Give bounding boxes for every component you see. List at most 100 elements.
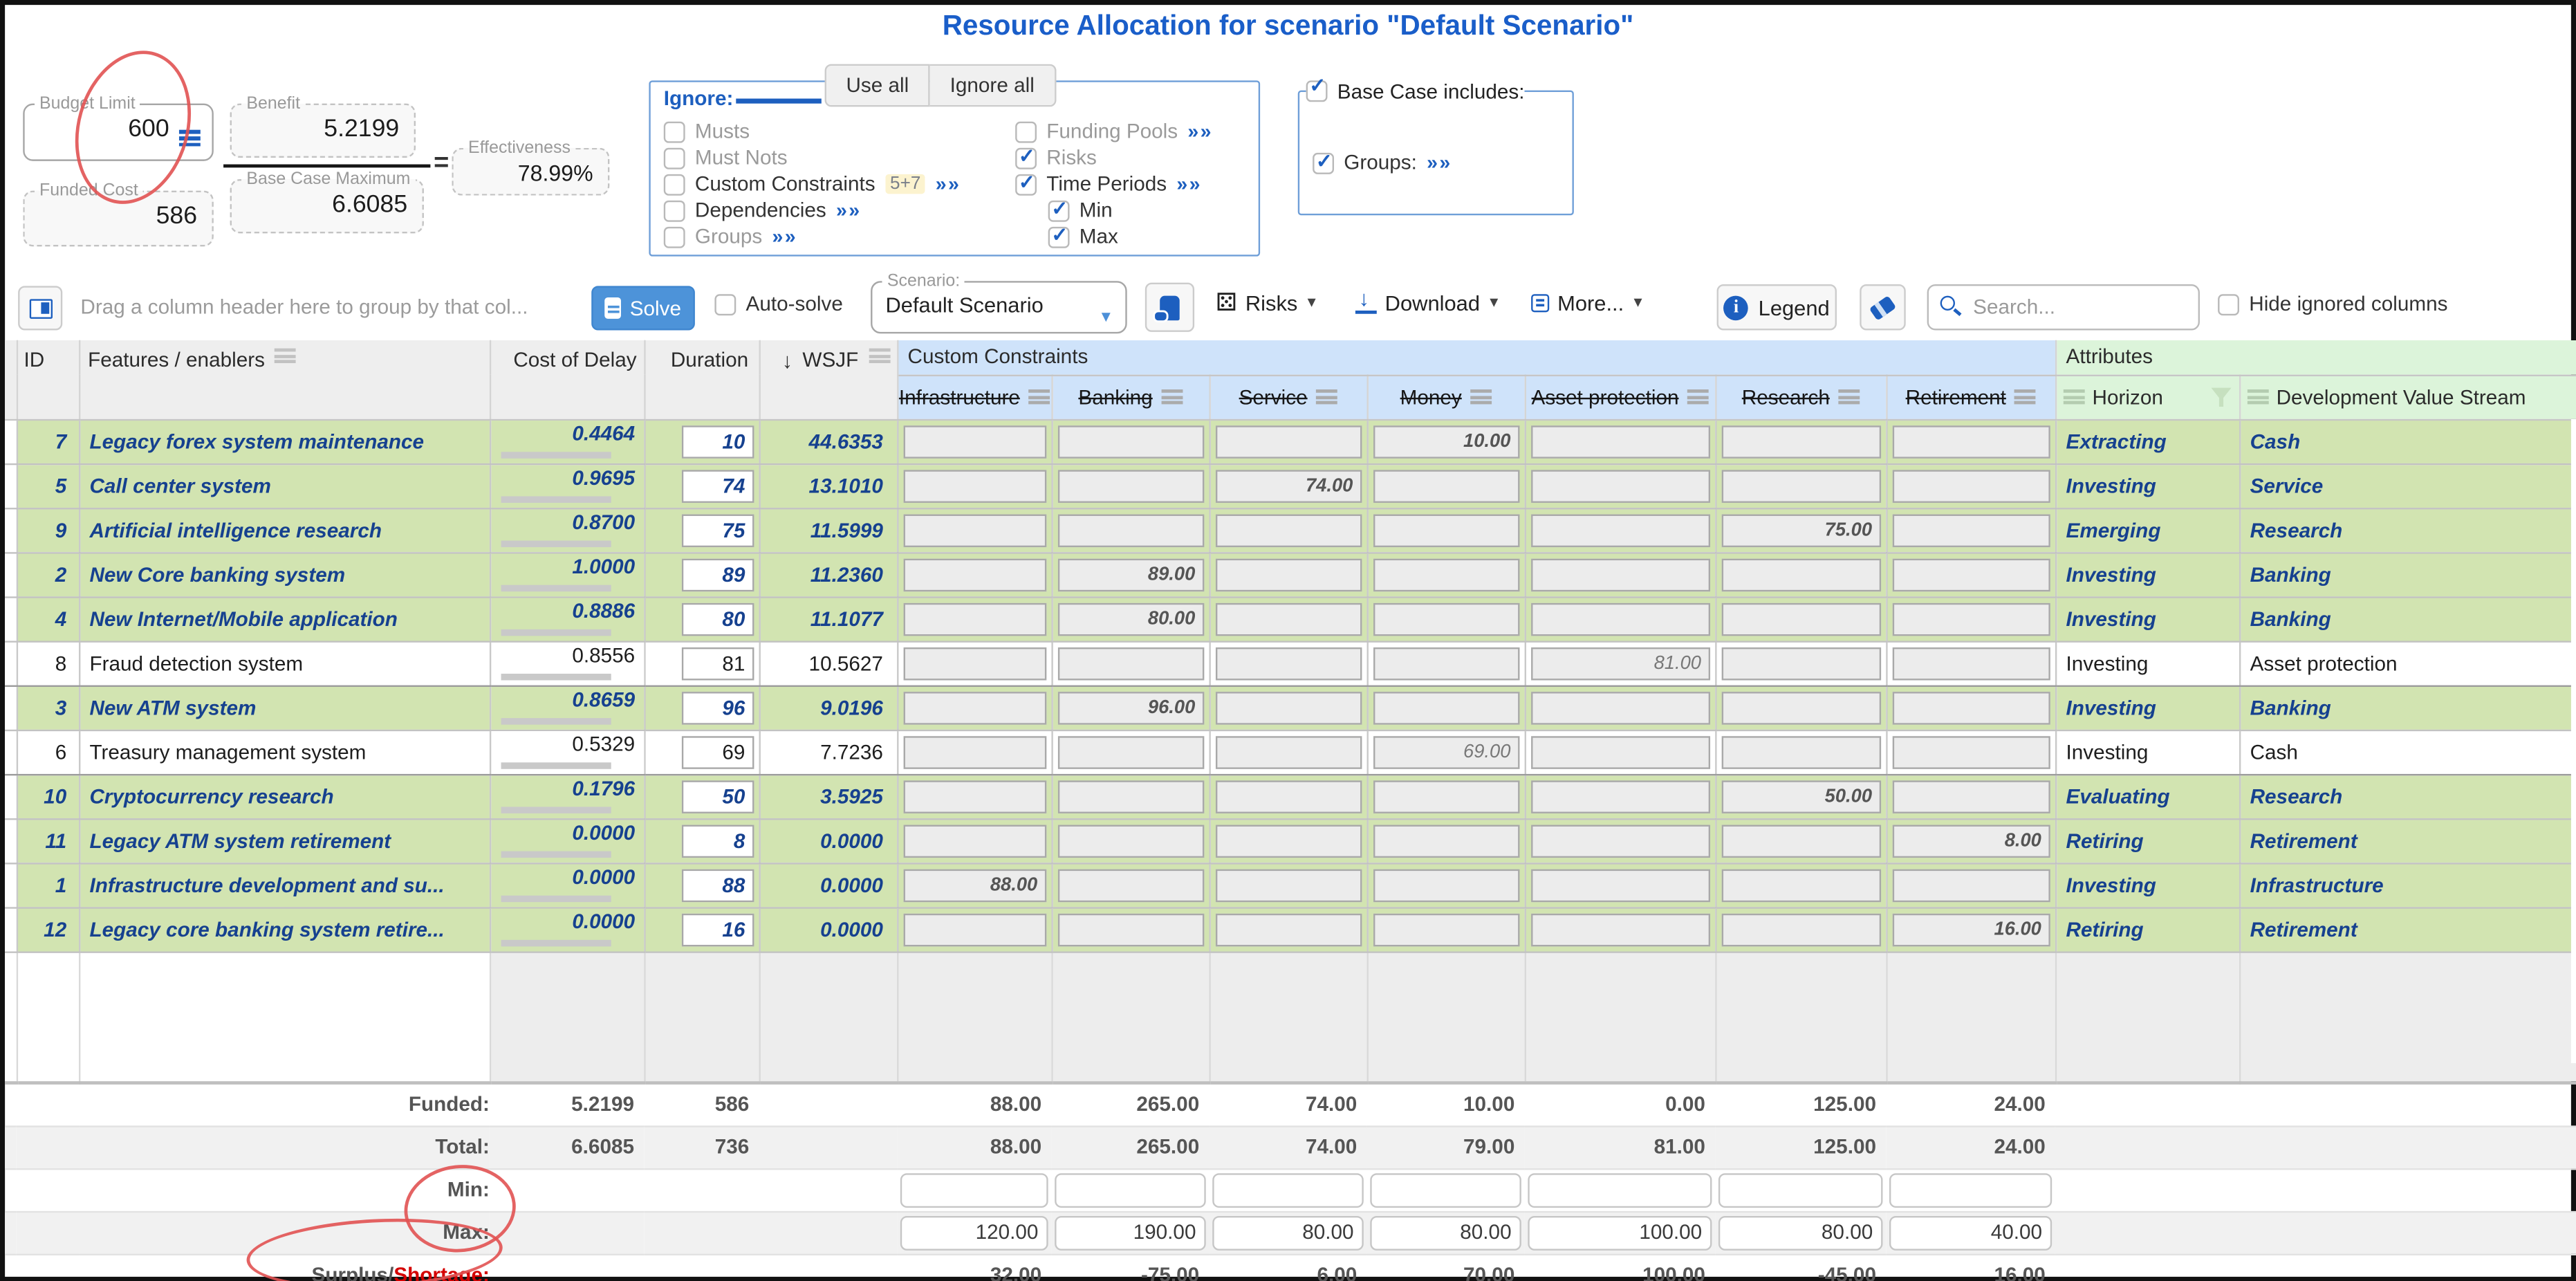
constraint-input[interactable] (1721, 824, 1880, 857)
min-constraint-input[interactable] (1055, 1172, 1206, 1207)
max-constraint-input[interactable]: 190.00 (1055, 1215, 1206, 1250)
duration-input[interactable]: 16 (681, 913, 754, 946)
checkbox[interactable] (664, 174, 685, 195)
constraint-input[interactable] (902, 425, 1046, 458)
constraint-input[interactable] (1892, 691, 2050, 724)
constraint-input[interactable] (1892, 647, 2050, 680)
constraint-input[interactable]: 16.00 (1892, 913, 2050, 946)
min-constraint-input[interactable] (1212, 1172, 1364, 1207)
constraint-input[interactable] (1530, 513, 1709, 546)
constraint-input[interactable] (902, 913, 1046, 946)
search-input[interactable] (1927, 284, 2200, 331)
column-menu-icon[interactable] (1161, 389, 1183, 404)
legend-button[interactable]: i Legend (1717, 284, 1837, 331)
constraint-input[interactable] (1721, 691, 1880, 724)
min-constraint-input[interactable] (900, 1172, 1048, 1207)
constraint-input[interactable] (1215, 869, 1361, 902)
constraint-column-header-research[interactable]: Research (1715, 375, 1886, 419)
use-all-button[interactable]: Use all (825, 64, 931, 107)
table-row[interactable]: 4 New Internet/Mobile application 0.8886… (5, 596, 2576, 640)
scenario-select[interactable]: Scenario: Default Scenario ▾ (871, 273, 1127, 333)
constraint-input[interactable]: 80.00 (1057, 602, 1203, 636)
constraint-input[interactable] (1530, 780, 1709, 813)
constraint-input[interactable] (902, 602, 1046, 636)
hide-ignored-checkbox[interactable] (2218, 293, 2239, 315)
budget-limit-field[interactable]: Budget Limit 600 (23, 95, 214, 161)
constraint-input[interactable] (1530, 602, 1709, 636)
constraint-input[interactable] (1373, 913, 1519, 946)
duration-input[interactable]: 8 (681, 824, 754, 857)
scenario-log-button[interactable] (1145, 283, 1194, 332)
budget-menu-icon[interactable] (179, 130, 201, 147)
base-case-groups-expander[interactable]: »» (1427, 151, 1452, 174)
table-row[interactable]: 9 Artificial intelligence research 0.870… (5, 508, 2576, 552)
table-row[interactable]: 1 Infrastructure development and su... 0… (5, 863, 2576, 907)
constraint-input[interactable]: 96.00 (1057, 691, 1203, 724)
expander-chevrons[interactable]: »» (1187, 120, 1212, 142)
max-constraint-input[interactable]: 80.00 (1718, 1215, 1883, 1250)
table-row[interactable]: 6 Treasury management system 0.5329 69 7… (5, 730, 2576, 774)
expander-chevrons[interactable]: »» (836, 199, 861, 221)
constraint-input[interactable] (1373, 647, 1519, 680)
constraint-input[interactable]: 81.00 (1530, 647, 1709, 680)
constraint-input[interactable] (1057, 469, 1203, 502)
constraint-input[interactable] (1057, 425, 1203, 458)
duration-input[interactable]: 50 (681, 780, 754, 813)
column-menu-icon[interactable] (2247, 389, 2268, 404)
constraint-input[interactable] (1373, 824, 1519, 857)
constraint-input[interactable] (902, 647, 1046, 680)
min-constraint-input[interactable] (1370, 1172, 1521, 1207)
constraint-input[interactable] (1373, 780, 1519, 813)
checkbox[interactable] (1015, 147, 1037, 169)
constraint-input[interactable]: 75.00 (1721, 513, 1880, 546)
constraint-input[interactable] (1892, 513, 2050, 546)
min-constraint-input[interactable] (1718, 1172, 1883, 1207)
constraint-input[interactable] (1721, 425, 1880, 458)
table-row[interactable]: 10 Cryptocurrency research 0.1796 50 3.5… (5, 774, 2576, 818)
constraint-input[interactable] (1721, 602, 1880, 636)
constraint-input[interactable] (1892, 735, 2050, 768)
constraint-column-header-asset-protection[interactable]: Asset protection (1525, 375, 1716, 419)
constraint-input[interactable] (1892, 469, 2050, 502)
constraint-input[interactable] (1215, 780, 1361, 813)
checkbox[interactable] (664, 226, 685, 248)
constraint-input[interactable] (1892, 602, 2050, 636)
constraint-input[interactable] (1373, 691, 1519, 724)
constraint-input[interactable]: 10.00 (1373, 425, 1519, 458)
max-constraint-input[interactable]: 120.00 (900, 1215, 1048, 1250)
min-constraint-input[interactable] (1528, 1172, 1712, 1207)
constraint-input[interactable] (1373, 558, 1519, 591)
expander-chevrons[interactable]: »» (772, 225, 797, 248)
constraint-input[interactable]: 69.00 (1373, 735, 1519, 768)
table-row[interactable]: 11 Legacy ATM system retirement 0.0000 8… (5, 818, 2576, 863)
column-menu-icon[interactable] (869, 349, 890, 363)
development-value-stream-column-header[interactable]: Development Value Stream (2239, 375, 2576, 419)
constraint-input[interactable]: 74.00 (1215, 469, 1361, 502)
checkbox[interactable] (1015, 174, 1037, 195)
column-chooser-button[interactable] (18, 286, 62, 330)
constraint-input[interactable]: 50.00 (1721, 780, 1880, 813)
horizon-column-header[interactable]: Horizon (2055, 375, 2239, 419)
constraint-input[interactable] (1373, 469, 1519, 502)
constraint-input[interactable] (1892, 780, 2050, 813)
column-menu-icon[interactable] (275, 349, 296, 363)
checkbox[interactable] (1015, 121, 1037, 142)
constraint-input[interactable] (1530, 425, 1709, 458)
constraint-input[interactable] (902, 558, 1046, 591)
checkbox[interactable] (664, 121, 685, 142)
table-row[interactable]: 2 New Core banking system 1.0000 89 11.2… (5, 552, 2576, 596)
constraint-input[interactable] (1057, 647, 1203, 680)
column-menu-icon[interactable] (1470, 389, 1492, 404)
constraint-input[interactable] (1215, 558, 1361, 591)
constraint-column-header-retirement[interactable]: Retirement (1886, 375, 2055, 419)
constraint-input[interactable] (1721, 869, 1880, 902)
base-case-groups-checkbox[interactable] (1313, 152, 1334, 174)
constraint-column-header-money[interactable]: Money (1367, 375, 1525, 419)
duration-input[interactable]: 89 (681, 558, 754, 591)
constraint-input[interactable] (1530, 469, 1709, 502)
filter-funnel-icon[interactable] (2211, 387, 2232, 407)
constraint-input[interactable] (1721, 558, 1880, 591)
constraint-input[interactable] (1530, 691, 1709, 724)
column-menu-icon[interactable] (2063, 389, 2084, 404)
table-row[interactable]: 12 Legacy core banking system retire... … (5, 907, 2576, 951)
